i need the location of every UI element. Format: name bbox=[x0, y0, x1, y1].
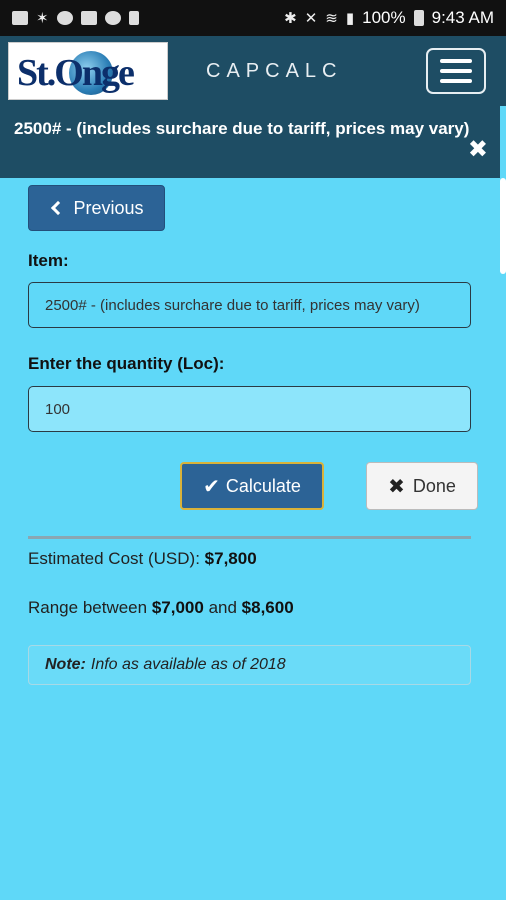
app-title: CAPCALC bbox=[206, 59, 343, 82]
menu-bar-icon bbox=[440, 69, 472, 73]
mute-icon: ✕ bbox=[304, 10, 318, 27]
st-onge-logo[interactable]: St.Onge bbox=[8, 42, 168, 100]
item-field[interactable]: 2500# - (includes surchare due to tariff… bbox=[28, 282, 471, 328]
battery-icon bbox=[413, 10, 424, 26]
note-label: Note: bbox=[45, 656, 86, 673]
menu-bar-icon bbox=[440, 79, 472, 83]
previous-label: Previous bbox=[73, 197, 144, 218]
quantity-input[interactable]: 100 bbox=[28, 386, 471, 432]
note-box: Note: Info as available as of 2018 bbox=[28, 645, 471, 685]
estimated-cost: Estimated Cost (USD): $7,800 bbox=[28, 549, 257, 569]
mail-icon bbox=[80, 11, 97, 25]
storage-icon bbox=[128, 11, 139, 25]
whatsapp-icon bbox=[56, 11, 73, 25]
cost-range: Range between $7,000 and $8,600 bbox=[28, 598, 294, 618]
previous-button[interactable]: Previous bbox=[28, 185, 165, 231]
range-high-value: $8,600 bbox=[241, 598, 294, 617]
done-button[interactable]: ✖ Done bbox=[366, 462, 478, 510]
hamburger-menu-button[interactable] bbox=[426, 48, 486, 94]
alert-message: 2500# - (includes surchare due to tariff… bbox=[14, 119, 470, 138]
message-icon bbox=[12, 11, 28, 25]
range-and: and bbox=[208, 598, 237, 617]
skype-icon bbox=[104, 11, 121, 25]
status-bar: ✶ ✱ ✕ ≋ ▮ 100% 9:43 AM bbox=[0, 0, 506, 36]
activity-icon: ✶ bbox=[36, 10, 49, 27]
close-icon: ✖ bbox=[388, 475, 405, 498]
logo-text: St.Onge bbox=[17, 52, 135, 94]
bluetooth-icon: ✱ bbox=[284, 10, 297, 27]
range-low-value: $7,000 bbox=[151, 598, 204, 617]
calculate-button[interactable]: ✔ Calculate bbox=[180, 462, 324, 510]
close-icon[interactable]: ✖ bbox=[468, 138, 488, 162]
estimated-cost-value: $7,800 bbox=[204, 549, 257, 568]
calculate-label: Calculate bbox=[225, 475, 301, 496]
divider bbox=[28, 536, 471, 539]
scrollbar[interactable] bbox=[500, 178, 506, 274]
notification-icons: ✶ bbox=[12, 9, 139, 27]
done-label: Done bbox=[412, 475, 456, 496]
wifi-icon: ≋ bbox=[325, 10, 338, 27]
chevron-left-icon bbox=[51, 200, 66, 216]
battery-level: 100% bbox=[362, 8, 406, 27]
menu-bar-icon bbox=[440, 59, 472, 63]
quantity-label: Enter the quantity (Loc): bbox=[28, 354, 225, 373]
signal-icon: ▮ bbox=[345, 10, 355, 27]
item-alert-banner: 2500# - (includes surchare due to tariff… bbox=[0, 106, 500, 178]
system-icons: ✱ ✕ ≋ ▮ 100% 9:43 AM bbox=[284, 8, 494, 28]
note-text: Info as available as of 2018 bbox=[90, 656, 286, 673]
estimated-cost-label: Estimated Cost (USD): bbox=[28, 549, 200, 568]
top-navbar: St.Onge CAPCALC bbox=[0, 36, 506, 106]
item-label: Item: bbox=[28, 251, 69, 270]
range-prefix: Range between bbox=[28, 598, 148, 617]
check-icon: ✔ bbox=[203, 475, 220, 498]
clock: 9:43 AM bbox=[431, 8, 494, 27]
